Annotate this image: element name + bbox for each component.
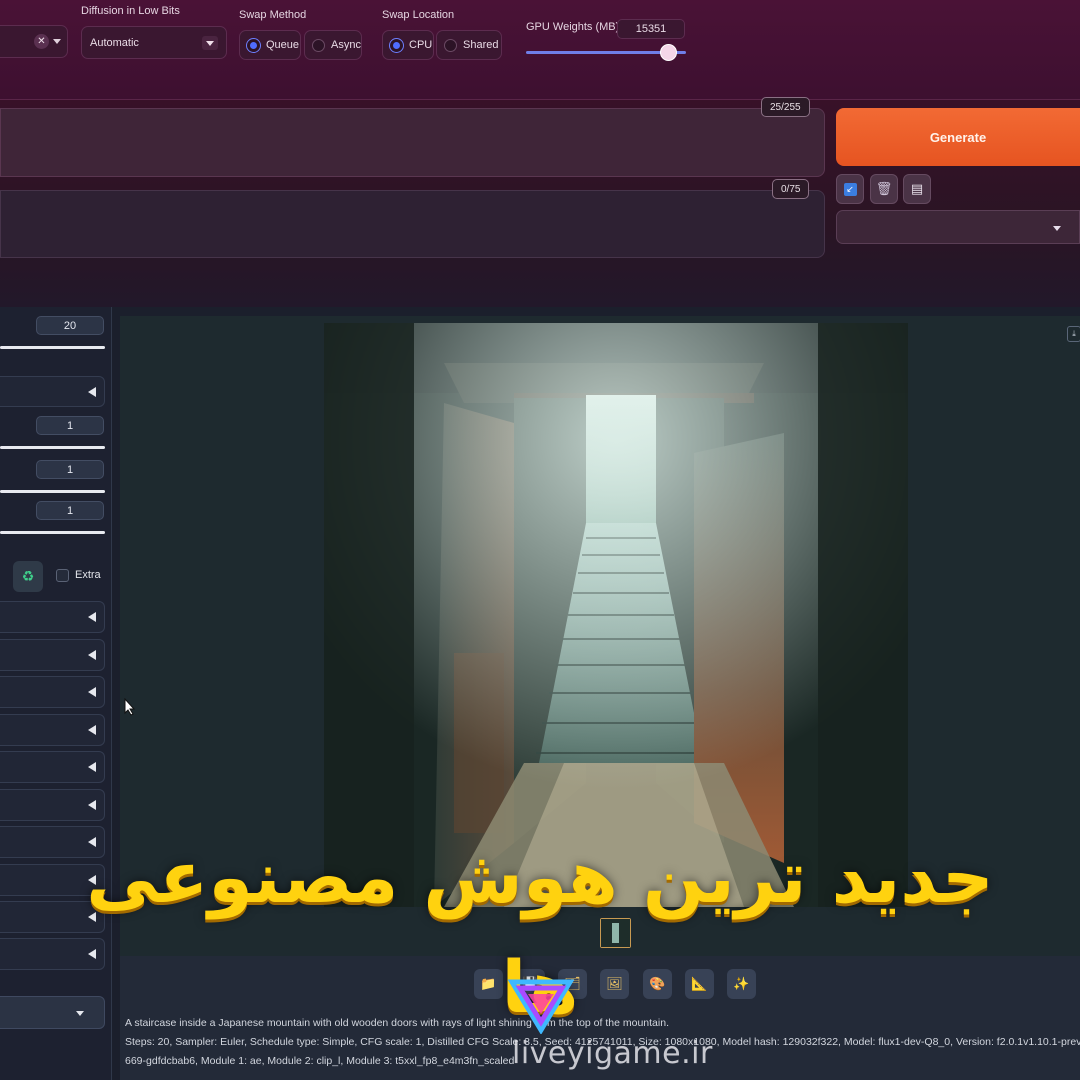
gpu-weights-slider-handle[interactable]	[660, 44, 677, 61]
radio-unselected-icon	[312, 38, 325, 52]
chevron-down-icon	[1053, 226, 1061, 231]
cfg-scale-slider[interactable]	[0, 531, 105, 534]
top-settings-bar: ✕ Diffusion in Low Bits Automatic Swap M…	[0, 0, 1080, 100]
batch-size-slider[interactable]	[0, 490, 105, 493]
generated-image[interactable]	[324, 323, 908, 907]
extra-label: Extra	[75, 569, 101, 581]
collapse-arrow-icon	[88, 387, 96, 397]
swap-method-async-label: Async	[331, 39, 361, 51]
sparkle-icon[interactable]: ✨	[727, 969, 756, 999]
generated-image-art	[324, 323, 908, 907]
batch-count-slider[interactable]	[0, 446, 105, 449]
folder-icon[interactable]: 📁	[474, 969, 503, 999]
settings-accordion-1[interactable]	[0, 601, 105, 633]
radio-unselected-icon	[444, 38, 457, 52]
watermark-logo	[508, 979, 574, 1034]
steps-input[interactable]: 20	[36, 316, 104, 335]
chevron-down-icon	[202, 36, 218, 50]
cfg-scale-input[interactable]: 1	[36, 501, 104, 520]
recycle-icon[interactable]: ♻	[13, 561, 43, 592]
collapse-arrow-icon	[88, 687, 96, 697]
swap-location-label: Swap Location	[382, 9, 455, 21]
swap-method-queue[interactable]: Queue	[239, 30, 301, 60]
styles-dropdown[interactable]	[836, 210, 1080, 244]
clipboard-icon[interactable]: ▤	[903, 174, 931, 204]
swap-location-cpu-label: CPU	[409, 39, 433, 51]
swap-method-queue-label: Queue	[266, 39, 300, 51]
settings-accordion-10[interactable]	[0, 938, 105, 970]
swap-method-async[interactable]: Async	[304, 30, 362, 60]
negative-prompt-input[interactable]	[0, 190, 825, 258]
settings-accordion-5[interactable]	[0, 751, 105, 783]
swap-location-cpu[interactable]: CPU	[382, 30, 434, 60]
settings-accordion-6[interactable]	[0, 789, 105, 821]
settings-accordion-3[interactable]	[0, 676, 105, 708]
positive-prompt-input[interactable]	[0, 108, 825, 177]
swap-location-shared-label: Shared	[463, 39, 499, 51]
positive-token-counter: 25/255	[761, 97, 810, 117]
negative-token-counter: 0/75	[772, 179, 810, 199]
ruler-icon[interactable]: 📐	[685, 969, 714, 999]
extra-checkbox[interactable]	[56, 569, 69, 582]
steps-slider[interactable]	[0, 346, 105, 349]
download-icon[interactable]: ⤓	[1067, 326, 1080, 342]
diffusion-low-bits-value: Automatic	[90, 36, 139, 49]
image-icon[interactable]: 🖼	[600, 969, 629, 999]
batch-count-input[interactable]: 1	[36, 416, 104, 435]
chevron-down-icon	[53, 39, 61, 44]
collapse-arrow-icon	[88, 800, 96, 810]
collapse-arrow-icon	[88, 725, 96, 735]
gpu-weights-label: GPU Weights (MB)	[526, 21, 620, 33]
script-dropdown[interactable]	[0, 996, 105, 1029]
palette-icon[interactable]: 🎨	[643, 969, 672, 999]
trash-icon[interactable]: 🗑	[870, 174, 898, 204]
gpu-weights-input[interactable]: 15351	[617, 19, 685, 39]
swap-method-label: Swap Method	[239, 9, 307, 21]
generate-button[interactable]: Generate	[836, 108, 1080, 166]
collapse-arrow-icon	[88, 650, 96, 660]
collapse-arrow-icon	[88, 612, 96, 622]
hires-fix-accordion[interactable]	[0, 376, 105, 407]
radio-selected-icon	[247, 38, 260, 52]
batch-size-input[interactable]: 1	[36, 460, 104, 479]
image-caption: A staircase inside a Japanese mountain w…	[125, 1017, 669, 1029]
diffusion-low-bits-label: Diffusion in Low Bits	[81, 5, 180, 17]
radio-selected-icon	[390, 38, 403, 52]
diffusion-low-bits-dropdown[interactable]: Automatic	[81, 26, 227, 59]
close-icon[interactable]: ✕	[34, 34, 49, 49]
mouse-cursor-icon	[124, 698, 136, 716]
swap-location-shared[interactable]: Shared	[436, 30, 502, 60]
settings-accordion-4[interactable]	[0, 714, 105, 746]
collapse-arrow-icon	[88, 762, 96, 772]
promo-title: جدید ترین هوش مصنوعی ها	[86, 835, 994, 1029]
watermark-text: liveyigame.ir	[512, 1036, 713, 1071]
collapse-arrow-icon	[88, 949, 96, 959]
checkpoint-dropdown[interactable]: ✕	[0, 25, 68, 58]
settings-accordion-2[interactable]	[0, 639, 105, 671]
generation-modules: 669-gdfdcbab6, Module 1: ae, Module 2: c…	[125, 1055, 515, 1067]
chevron-down-icon	[76, 1011, 84, 1016]
arrow-icon[interactable]: ↙	[836, 174, 864, 204]
